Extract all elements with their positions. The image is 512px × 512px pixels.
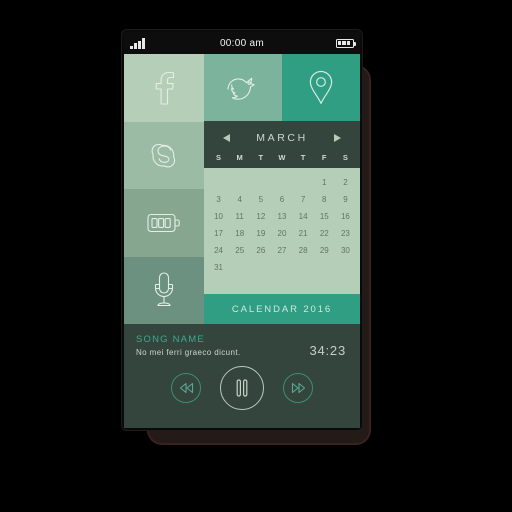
next-button[interactable]: [283, 373, 313, 403]
rewind-icon: [179, 382, 193, 394]
tile-location[interactable]: [282, 54, 360, 121]
calendar-weekday-3: W: [278, 153, 286, 162]
calendar-day-5[interactable]: 5: [250, 191, 271, 208]
calendar-prev-arrow-icon[interactable]: [223, 134, 231, 142]
battery-tile-icon: [147, 213, 180, 232]
calendar-day-blank: [208, 174, 229, 191]
calendar-widget: MARCH SMTWTFS 1 2 3 4 5 6 7 8 9 10 11 12 13 14 15 16 17 1…: [204, 121, 360, 324]
fast-forward-icon: [291, 382, 305, 394]
calendar-weekday-6: S: [342, 153, 349, 162]
calendar-next-arrow-icon[interactable]: [333, 134, 341, 142]
calendar-day-15[interactable]: 15: [314, 208, 335, 225]
calendar-day-26[interactable]: 26: [250, 242, 271, 259]
calendar-day-27[interactable]: 27: [271, 242, 292, 259]
calendar-weekday-4: T: [300, 153, 306, 162]
calendar-day-20[interactable]: 20: [271, 225, 292, 242]
tile-top-row: [204, 54, 360, 121]
calendar-weekday-row: SMTWTFS: [204, 148, 360, 168]
calendar-footer: CALENDAR 2016: [204, 294, 360, 324]
calendar-day-30[interactable]: 30: [335, 242, 356, 259]
microphone-icon: [154, 272, 174, 307]
calendar-day-10[interactable]: 10: [208, 208, 229, 225]
location-pin-icon: [309, 70, 333, 104]
calendar-day-22[interactable]: 22: [314, 225, 335, 242]
calendar-day-25[interactable]: 25: [229, 242, 250, 259]
tile-microphone[interactable]: [124, 256, 204, 324]
calendar-weekday-2: T: [258, 153, 264, 162]
calendar-day-blank: [293, 174, 314, 191]
calendar-day-grid[interactable]: 1 2 3 4 5 6 7 8 9 10 11 12 13 14 15 16 17 18 19 20 21 22 23 24 2…: [204, 168, 360, 294]
calendar-day-14[interactable]: 14: [293, 208, 314, 225]
player-controls: [124, 366, 360, 410]
pause-icon: [236, 379, 248, 397]
calendar-day-blank: [250, 174, 271, 191]
previous-button[interactable]: [171, 373, 201, 403]
battery-icon: [336, 38, 356, 48]
tile-left-column: [124, 54, 204, 324]
calendar-day-blank: [229, 174, 250, 191]
calendar-day-8[interactable]: 8: [314, 191, 335, 208]
calendar-day-11[interactable]: 11: [229, 208, 250, 225]
calendar-nav: MARCH: [204, 128, 360, 148]
calendar-weekday-1: M: [236, 153, 243, 162]
calendar-day-21[interactable]: 21: [293, 225, 314, 242]
calendar-day-6[interactable]: 6: [271, 191, 292, 208]
calendar-day-12[interactable]: 12: [250, 208, 271, 225]
calendar-day-24[interactable]: 24: [208, 242, 229, 259]
calendar-day-31[interactable]: 31: [208, 259, 229, 276]
calendar-month-label: MARCH: [256, 132, 308, 144]
tile-facebook[interactable]: [124, 54, 204, 122]
phone-body: 00:00 am MARCH S M T W T F S 1 2 3 4 5 6…: [122, 30, 362, 430]
calendar-day-7[interactable]: 7: [293, 191, 314, 208]
calendar-day-17[interactable]: 17: [208, 225, 229, 242]
calendar-day-blank: [271, 174, 292, 191]
song-duration: 34:23: [309, 343, 346, 358]
calendar-day-23[interactable]: 23: [335, 225, 356, 242]
tile-twitter[interactable]: [204, 54, 282, 121]
screenshot-stage: 00:00 am MARCH S M T W T F S 1 2 3 4 5 6…: [0, 0, 512, 512]
music-player: SONG NAME No mei ferri graeco dicunt. 34…: [124, 324, 360, 428]
tile-skype[interactable]: [124, 121, 204, 189]
tile-battery[interactable]: [124, 189, 204, 257]
calendar-day-18[interactable]: 18: [229, 225, 250, 242]
facebook-icon: [155, 71, 175, 105]
tile-grid: MARCH SMTWTFS 1 2 3 4 5 6 7 8 9 10 11 12 13 14 15 16 17 1…: [124, 54, 360, 324]
calendar-day-2[interactable]: 2: [335, 174, 356, 191]
calendar-weekday-0: S: [215, 153, 222, 162]
calendar-day-28[interactable]: 28: [293, 242, 314, 259]
skype-icon: [151, 144, 176, 168]
calendar-day-1[interactable]: 1: [314, 174, 335, 191]
calendar-day-29[interactable]: 29: [314, 242, 335, 259]
phone-screen: 00:00 am MARCH S M T W T F S 1 2 3 4 5 6…: [124, 32, 360, 428]
play-pause-button[interactable]: [220, 366, 264, 410]
calendar-day-16[interactable]: 16: [335, 208, 356, 225]
calendar-day-9[interactable]: 9: [335, 191, 356, 208]
calendar-header: MARCH S M T W T F S: [204, 121, 360, 168]
calendar-day-13[interactable]: 13: [271, 208, 292, 225]
calendar-footer-label: CALENDAR 2016: [231, 303, 333, 315]
calendar-day-19[interactable]: 19: [250, 225, 271, 242]
calendar-day-4[interactable]: 4: [229, 191, 250, 208]
twitter-bird-icon: [227, 77, 255, 100]
calendar-weekday-5: F: [321, 153, 327, 162]
status-bar: 00:00 am: [124, 32, 360, 54]
status-time: 00:00 am: [219, 37, 265, 49]
tile-right-column: MARCH SMTWTFS 1 2 3 4 5 6 7 8 9 10 11 12 13 14 15 16 17 1…: [204, 54, 360, 324]
calendar-day-3[interactable]: 3: [208, 191, 229, 208]
